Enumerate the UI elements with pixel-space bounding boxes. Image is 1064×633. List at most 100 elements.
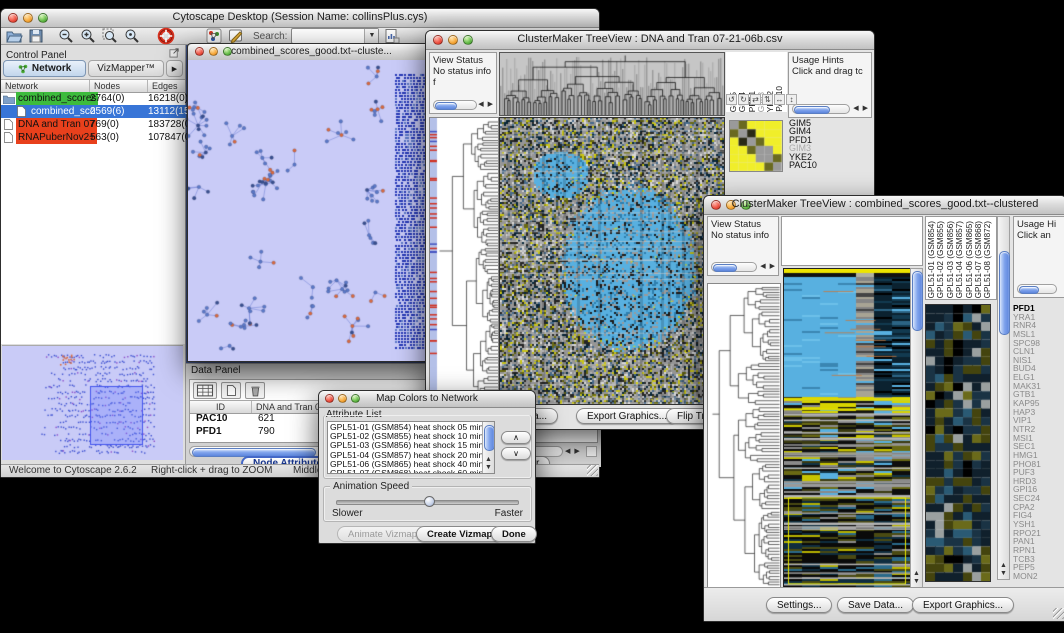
zoom-heatmap[interactable]: [925, 304, 991, 582]
flip-icon[interactable]: ↻: [738, 94, 749, 105]
scroll-arrows[interactable]: ◀ ▶: [760, 262, 776, 272]
folder-icon: [3, 94, 15, 104]
main-window-title: Cytoscape Desktop (Session Name: collins…: [1, 11, 599, 23]
gene-label[interactable]: MON2: [1013, 572, 1064, 581]
main-titlebar[interactable]: Cytoscape Desktop (Session Name: collins…: [1, 9, 599, 28]
export-graphics-button[interactable]: Export Graphics...: [576, 408, 678, 424]
scroll-arrows[interactable]: ◀ ▶: [565, 447, 581, 457]
column-label: GPL51-02 (GSM855): [937, 221, 946, 298]
status-welcome: Welcome to Cytoscape 2.6.2: [9, 465, 137, 476]
attribute-list[interactable]: GPL51-01 (GSM854) heat shock 05 minGPL51…: [327, 421, 495, 474]
faster-label: Faster: [495, 508, 523, 519]
heatmap-vscrollbar[interactable]: ▲▼: [910, 268, 923, 588]
zoom-column-labels: GPL51-01 (GSM854)GPL51-02 (GSM855)GPL51-…: [925, 216, 997, 300]
zoom-in-icon[interactable]: [79, 27, 97, 45]
save-icon[interactable]: [27, 27, 45, 45]
move-attribute-down-button[interactable]: ∨: [501, 447, 531, 460]
done-button[interactable]: Done: [491, 526, 537, 542]
scroll-arrows[interactable]: ▲▼: [484, 456, 493, 472]
search-label: Search:: [253, 31, 287, 42]
search-combobox[interactable]: ▼: [291, 28, 379, 44]
flip-icon[interactable]: ↔: [774, 94, 785, 105]
attribute-list-item[interactable]: GPL51-07 (GSM868) heat shock 60 min: [330, 469, 481, 474]
scroll-arrows[interactable]: ◀ ▶: [853, 104, 869, 114]
network-tab-icon: [18, 64, 28, 74]
treeview2-title: ClusterMaker TreeView : combined_scores_…: [704, 198, 1064, 210]
scroll-arrows[interactable]: ▲▼: [999, 562, 1008, 578]
attribute-list-scrollbar[interactable]: ▲▼: [482, 422, 494, 473]
scroll-arrows[interactable]: ▲▼: [912, 570, 921, 586]
column-label: GPL51-04 (GSM857): [956, 221, 965, 298]
view-status-scrollbar[interactable]: [711, 262, 757, 272]
main-heatmap[interactable]: [499, 117, 725, 405]
resize-grip[interactable]: [1053, 608, 1064, 619]
flip-icon[interactable]: ⇄: [750, 94, 761, 105]
treeview1-title: ClusterMaker TreeView : DNA and Tran 07-…: [426, 33, 874, 45]
treeview1-titlebar[interactable]: ClusterMaker TreeView : DNA and Tran 07-…: [426, 31, 874, 50]
float-panel-icon[interactable]: [169, 47, 180, 58]
flip-icon[interactable]: ↺: [726, 94, 737, 105]
treeview2-titlebar[interactable]: ClusterMaker TreeView : combined_scores_…: [704, 196, 1064, 215]
tab-network[interactable]: Network: [3, 60, 86, 77]
view-status-scrollbar[interactable]: [433, 100, 477, 110]
network-row-rnapuber[interactable]: RNAPuberNov2+ 563(0) 107847(0): [1, 131, 186, 144]
scroll-arrows[interactable]: ◀ ▶: [478, 100, 494, 110]
network-row-dna-tran[interactable]: DNA and Tran 07 769(0) 183728(0): [1, 118, 186, 131]
status-hint-zoom: Right-click + drag to ZOOM: [151, 465, 272, 476]
move-attribute-up-button[interactable]: ∧: [501, 431, 531, 444]
network-canvas[interactable]: [188, 60, 435, 361]
data-panel-title: Data Panel: [191, 365, 240, 376]
export-graphics-button[interactable]: Export Graphics...: [912, 597, 1014, 613]
attribute-table-icon[interactable]: [193, 382, 217, 399]
tree-flip-toolbar: ↺ ↻ ⇄ ⇅ ↔ ↕: [726, 94, 797, 105]
zoom-selected-icon[interactable]: [123, 27, 141, 45]
animation-speed-label: Animation Speed: [330, 481, 412, 492]
dialog-titlebar[interactable]: Map Colors to Network: [319, 391, 535, 408]
delete-attribute-icon[interactable]: [245, 382, 265, 399]
open-file-icon[interactable]: [5, 27, 23, 45]
zoom-heatmap[interactable]: [729, 120, 783, 172]
help-lifesaver-icon[interactable]: [157, 27, 175, 45]
network-navigator-thumbnail[interactable]: [2, 345, 183, 460]
usage-hints-panel: Usage Hi Click an: [1013, 216, 1064, 298]
dialog-title: Map Colors to Network: [319, 393, 535, 404]
usage-hints-panel: Usage Hints Click and drag tc ◀ ▶: [788, 52, 872, 118]
settings-button[interactable]: Settings...: [766, 597, 832, 613]
treeview2-window: ClusterMaker TreeView : combined_scores_…: [703, 195, 1064, 622]
zoom-fit-icon[interactable]: [101, 27, 119, 45]
usage-hints-scrollbar[interactable]: [1017, 284, 1057, 294]
usage-hints-scrollbar[interactable]: [792, 104, 850, 114]
gene-label-list: PFD1YRA1RNR4MSL1SPC98CLN1NIS1BUD4ELG1MAK…: [1013, 304, 1064, 582]
animate-vizmap-button[interactable]: Animate Vizmap: [337, 526, 428, 542]
flip-icon[interactable]: ↕: [786, 94, 797, 105]
network-row-combined-scores[interactable]: combined_scores 2764(0) 16218(0): [1, 92, 186, 105]
flip-icon[interactable]: ⇅: [762, 94, 773, 105]
desktop: Cytoscape Desktop (Session Name: collins…: [0, 0, 1064, 633]
treeview2-bottom-bar: Settings... Save Data... Export Graphics…: [704, 587, 1064, 621]
network-view-title: combined_scores_good.txt--cluste...: [188, 46, 435, 57]
map-colors-dialog: Map Colors to Network Attribute List GPL…: [318, 390, 536, 544]
file-icon: [4, 132, 13, 143]
scroll-corner: [586, 446, 597, 457]
animation-speed-slider[interactable]: [336, 500, 519, 505]
tab-vizmapper[interactable]: VizMapper™: [88, 60, 164, 77]
main-heatmap[interactable]: [783, 268, 911, 588]
resize-grip[interactable]: [587, 465, 598, 476]
view-status-panel: View Status No status info ◀ ▶: [707, 216, 779, 276]
zoom-vscrollbar[interactable]: ▲▼: [997, 216, 1010, 580]
save-data-button[interactable]: Save Data...: [837, 597, 914, 613]
row-dendrogram[interactable]: [429, 117, 499, 405]
slower-label: Slower: [332, 508, 363, 519]
network-row-selected[interactable]: combined_sco 2569(6) 13112(15): [1, 105, 186, 118]
search-dropdown-arrow[interactable]: ▼: [364, 29, 378, 43]
view-status-panel: View Status No status info f ◀ ▶: [429, 52, 497, 114]
column-label: GPL51-08 (GSM872): [984, 221, 993, 298]
zoom-gene-labels: GIM5 GIM4 PFD1 GIM3 YKE2 PAC10: [789, 119, 817, 169]
column-dendrogram[interactable]: [499, 52, 725, 116]
network-view-titlebar[interactable]: combined_scores_good.txt--cluste...: [188, 44, 435, 61]
row-dendrogram[interactable]: [707, 283, 781, 589]
zoom-out-icon[interactable]: [57, 27, 75, 45]
slider-thumb[interactable]: [424, 496, 435, 507]
tab-overflow-arrow[interactable]: ▶: [166, 60, 183, 77]
new-attribute-icon[interactable]: [221, 382, 241, 399]
